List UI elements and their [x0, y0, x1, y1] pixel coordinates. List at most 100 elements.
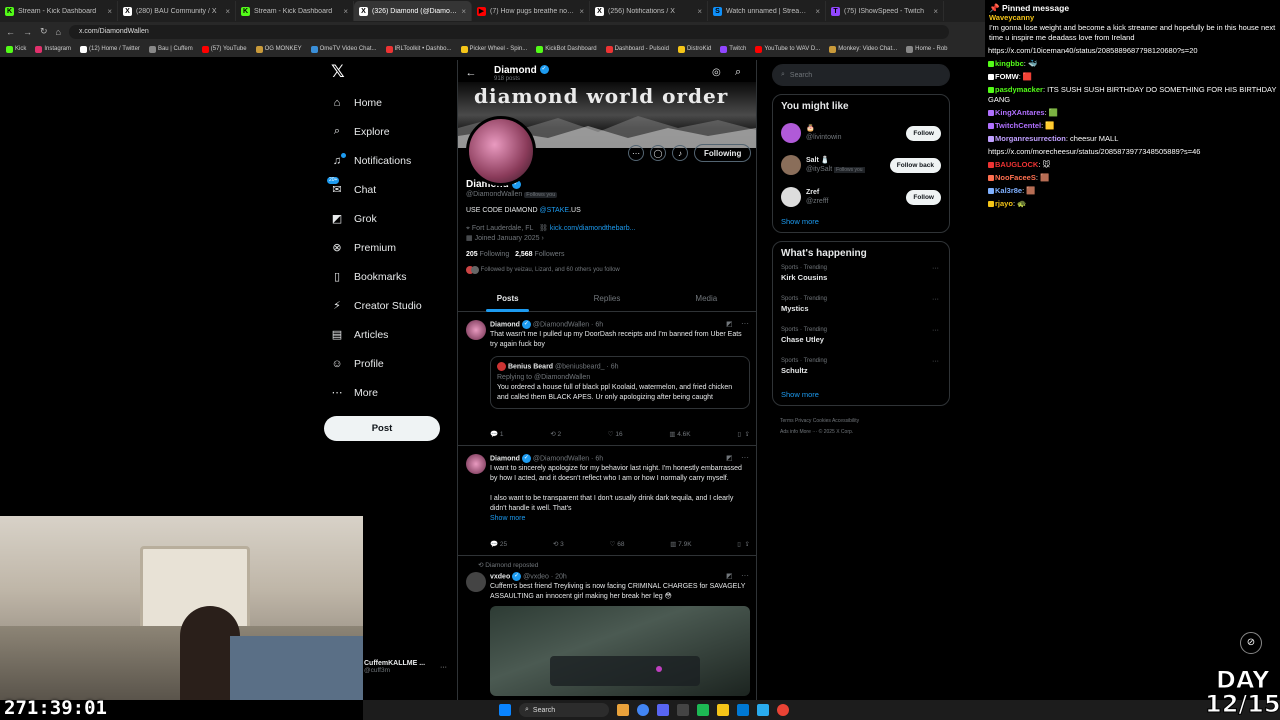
post-avatar[interactable]	[466, 572, 486, 592]
post-more-icon[interactable]: ···	[741, 453, 749, 462]
bio-mention-link[interactable]: @STAKE	[540, 207, 570, 214]
chat-username[interactable]: TwitchCentel	[995, 121, 1041, 130]
start-icon[interactable]	[499, 704, 511, 716]
chat-username[interactable]: kingbbc	[995, 59, 1024, 68]
share-icon[interactable]: ⇪	[745, 431, 750, 438]
tab-close-icon[interactable]: ×	[697, 7, 702, 16]
repost-button[interactable]: ⟲ 2	[550, 430, 561, 438]
trend-item[interactable]: Sports · Trending Chase Utley ···	[781, 326, 941, 357]
account-switcher[interactable]: CuffemKALLME ... @cuff3m ···	[364, 660, 454, 680]
file-explorer-icon[interactable]	[717, 704, 729, 716]
trend-item[interactable]: Sports · Trending Schultz ···	[781, 357, 941, 388]
grok-icon[interactable]: ◎	[712, 67, 721, 78]
post-avatar[interactable]	[466, 454, 486, 474]
grok-post-icon[interactable]: ◩	[726, 572, 733, 580]
taskbar-app-icon[interactable]	[617, 704, 629, 716]
search-icon[interactable]: ⌕	[735, 66, 741, 79]
trend-more-icon[interactable]: ···	[932, 295, 939, 304]
tab-close-icon[interactable]: ×	[225, 7, 230, 16]
bookmark-item[interactable]: Twitch	[720, 45, 746, 53]
nav-item-profile[interactable]: ☺ Profile	[322, 349, 452, 378]
chat-username[interactable]: Kal3r8e	[995, 186, 1022, 195]
profile-avatar[interactable]	[466, 116, 536, 186]
show-more-link[interactable]: Show more	[490, 514, 750, 524]
views-button[interactable]: ▥ 4.6K	[669, 430, 690, 438]
browser-tab[interactable]: X (280) BAU Community / X ×	[118, 1, 236, 21]
share-icon[interactable]: ⇪	[745, 541, 750, 548]
chrome-icon[interactable]	[777, 704, 789, 716]
grok-profile-icon[interactable]: ◯	[650, 145, 666, 161]
nav-item-bookmarks[interactable]: ▯ Bookmarks	[322, 262, 452, 291]
suggestion-avatar[interactable]	[781, 123, 801, 143]
tab-close-icon[interactable]: ×	[815, 7, 820, 16]
chat-username[interactable]: Morganresurrection	[995, 134, 1066, 143]
chrome-icon[interactable]	[637, 704, 649, 716]
reload-icon[interactable]: ↻	[40, 26, 48, 37]
nav-item-creator-studio[interactable]: ⚡ Creator Studio	[322, 291, 452, 320]
followed-by-row[interactable]: Followed by veizau, Lizard, and 60 other…	[466, 265, 751, 275]
nav-item-home[interactable]: ⌂ Home	[322, 88, 452, 117]
quoted-post[interactable]: Benius Beard @beniusbeard_ · 6h Replying…	[490, 356, 750, 409]
grok-post-icon[interactable]: ◩	[726, 320, 733, 328]
nav-item-notifications[interactable]: ♫ Notifications	[322, 146, 452, 175]
post-button[interactable]: Post	[324, 416, 440, 441]
following-button[interactable]: Following	[694, 144, 752, 162]
chat-username[interactable]: KingXAntares	[995, 108, 1045, 117]
tab-close-icon[interactable]: ×	[933, 7, 938, 16]
suggestion-row[interactable]: Salt 🧂 @itySalt Follows you Follow back	[781, 149, 941, 181]
browser-tab[interactable]: K Stream - Kick Dashboard ×	[0, 1, 118, 21]
nav-item-grok[interactable]: ◩ Grok	[322, 204, 452, 233]
who-to-follow-show-more[interactable]: Show more	[781, 217, 941, 226]
trends-show-more[interactable]: Show more	[781, 390, 941, 399]
back-icon[interactable]: ←	[6, 27, 15, 37]
bookmark-item[interactable]: OmeTV Video Chat...	[310, 45, 377, 53]
bookmark-item[interactable]: (57) YouTube	[201, 45, 247, 53]
trend-more-icon[interactable]: ···	[932, 264, 939, 273]
suggestion-avatar[interactable]	[781, 155, 801, 175]
post-author[interactable]: vxdeo	[490, 573, 510, 580]
tab-close-icon[interactable]: ×	[107, 7, 112, 16]
bookmark-item[interactable]: Kick	[6, 45, 26, 53]
browser-tab[interactable]: ▶ (7) How pugs breathe normally×	[472, 1, 590, 21]
home-button-icon[interactable]: ⌂	[56, 27, 61, 37]
taskbar-search[interactable]: ⌕ Search	[519, 703, 609, 717]
suggestion-row[interactable]: 🎂 @livintowin Follow	[781, 117, 941, 149]
post-avatar[interactable]	[466, 320, 486, 340]
url-input[interactable]: x.com/DiamondWallen	[68, 24, 949, 39]
grok-post-icon[interactable]: ◩	[726, 454, 733, 462]
bookmark-item[interactable]: Instagram	[35, 45, 71, 53]
views-button[interactable]: ▥ 7.9K	[670, 540, 691, 548]
post[interactable]: Diamond ✓ @DiamondWallen · 6h That wasn'…	[458, 312, 756, 446]
chat-username[interactable]: pasdymacker	[995, 85, 1043, 94]
post-more-icon[interactable]: ···	[741, 319, 749, 328]
browser-tab[interactable]: K Stream - Kick Dashboard ×	[236, 1, 354, 21]
post-author[interactable]: Diamond	[490, 321, 520, 328]
bookmark-item[interactable]: (12) Home / Twitter	[80, 45, 140, 53]
mail-icon[interactable]	[737, 704, 749, 716]
nav-item-premium[interactable]: ⊗ Premium	[322, 233, 452, 262]
chat-username[interactable]: BAUGLOCK	[995, 160, 1038, 169]
reply-button[interactable]: 💬 25	[490, 540, 507, 548]
tab-close-icon[interactable]: ×	[461, 7, 466, 16]
chat-username[interactable]: rjayo	[995, 199, 1013, 208]
tab-posts[interactable]: Posts	[458, 288, 557, 312]
forward-icon[interactable]: →	[23, 27, 32, 37]
more-options-icon[interactable]: ⋯	[628, 145, 644, 161]
bookmark-icon[interactable]: ▯	[737, 431, 741, 438]
suggestion-avatar[interactable]	[781, 187, 801, 207]
more-dots-icon[interactable]: ···	[440, 664, 447, 671]
like-button[interactable]: ♡ 68	[610, 540, 625, 548]
bookmark-icon[interactable]: ▯	[737, 541, 741, 548]
followers-count-link[interactable]: 2,568 Followers	[515, 251, 564, 258]
nav-item-more[interactable]: ⋯ More	[322, 378, 452, 407]
follow-button[interactable]: Follow	[906, 125, 941, 141]
browser-tab[interactable]: X (326) Diamond (@DiamondWa×	[354, 1, 472, 21]
follow-button[interactable]: Follow back	[889, 157, 941, 173]
bookmark-item[interactable]: Dashboard - Pulsoid	[605, 45, 669, 53]
browser-tab[interactable]: S Watch unnamed | Streamable ×	[708, 1, 826, 21]
nav-item-explore[interactable]: ⌕ Explore	[322, 117, 452, 146]
repost-button[interactable]: ⟲ 3	[553, 540, 564, 548]
bookmark-item[interactable]: KickBot Dashboard	[536, 45, 597, 53]
reply-button[interactable]: 💬 1	[490, 430, 504, 438]
bookmark-item[interactable]: Home - Rob	[906, 45, 948, 53]
